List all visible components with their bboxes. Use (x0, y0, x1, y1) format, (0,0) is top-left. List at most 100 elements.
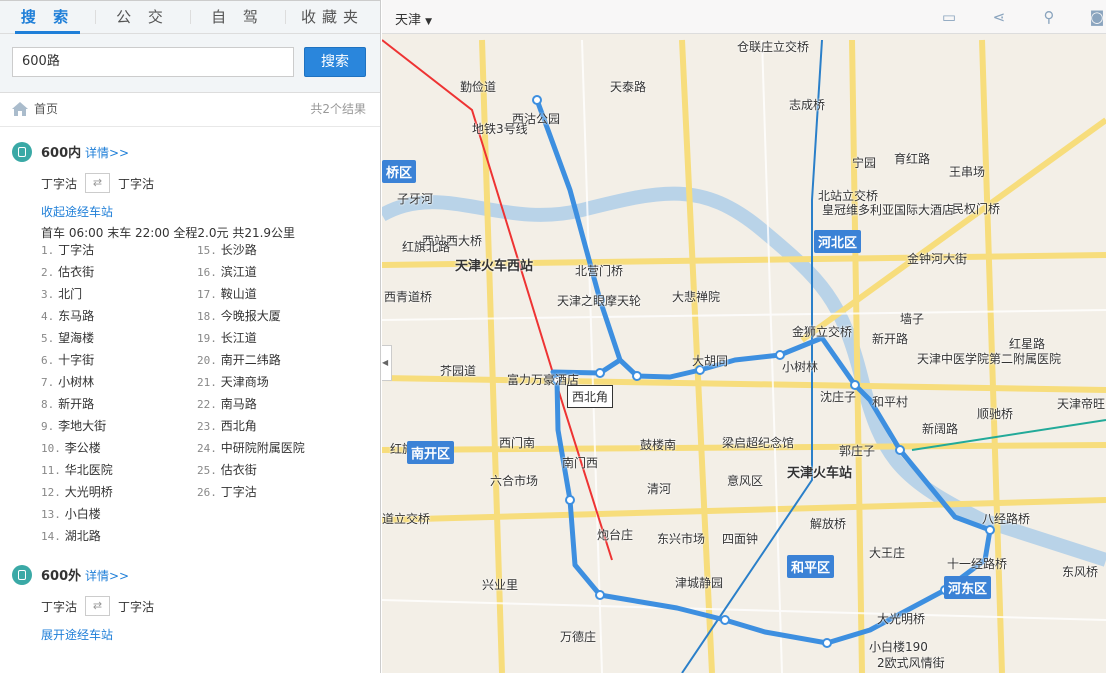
stop-number: 6. (41, 354, 55, 367)
map-label: 天泰路 (610, 80, 647, 94)
stop-item[interactable]: 4. 东马路 (41, 307, 197, 329)
bus-stop-marker[interactable] (632, 371, 642, 381)
home-link[interactable]: 首页 (34, 93, 58, 126)
bus-stop-marker[interactable] (822, 638, 832, 648)
map-label: 宁园 (852, 156, 877, 170)
map-label: 清河 (647, 482, 672, 496)
stop-name: 李地大街 (58, 419, 107, 433)
map-label: 2欧式风情街 (877, 656, 945, 670)
stop-item[interactable]: 21. 天津商场 (197, 373, 347, 395)
stop-item[interactable]: 19. 长江道 (197, 329, 347, 351)
stop-item[interactable]: 26. 丁字沽 (197, 483, 347, 505)
stop-number: 25. (197, 464, 217, 477)
toggle-stops-link[interactable]: 收起途经车站 (41, 203, 380, 220)
stop-item[interactable]: 11. 华北医院 (41, 461, 197, 483)
map-label: 仓联庄立交桥 (737, 40, 810, 54)
stop-item[interactable]: 3. 北门 (41, 285, 197, 307)
search-input[interactable]: 600路 (12, 47, 294, 77)
stop-name: 丁字沽 (58, 243, 95, 257)
stop-name: 估衣街 (58, 265, 95, 279)
stop-item[interactable]: 17. 鞍山道 (197, 285, 347, 307)
details-link[interactable]: 详情>> (85, 146, 129, 160)
bus-stop-marker[interactable] (985, 525, 995, 535)
map-label: 津城静园 (675, 576, 724, 590)
stop-name: 长江道 (220, 331, 257, 345)
stop-item[interactable]: 5. 望海楼 (41, 329, 197, 351)
tab-drive[interactable]: 自 驾 (190, 1, 285, 33)
city-selector[interactable]: 天津 ▼ (395, 9, 432, 28)
tab-favorites[interactable]: 收藏夹 (285, 1, 380, 33)
stop-item[interactable]: 9. 李地大街 (41, 417, 197, 439)
stop-name: 东马路 (58, 309, 95, 323)
map-label: 天津之眼摩天轮 (557, 294, 642, 308)
stop-item[interactable]: 20. 南开二纬路 (197, 351, 347, 373)
map-label: 子牙河 (397, 192, 434, 206)
search-button[interactable]: 搜索 (304, 47, 366, 77)
stop-number: 4. (41, 310, 55, 323)
collapse-panel-button[interactable]: ◀ (382, 345, 392, 381)
map-label: 八经路桥 (982, 512, 1031, 526)
map-label: 顺驰桥 (977, 407, 1014, 421)
stop-item[interactable]: 25. 估衣街 (197, 461, 347, 483)
stop-item[interactable]: 16. 滨江道 (197, 263, 347, 285)
tab-search[interactable]: 搜 索 (0, 1, 95, 34)
stop-item[interactable]: 10. 李公楼 (41, 439, 197, 461)
home-icon[interactable] (12, 102, 28, 116)
map-label: 西青道桥 (384, 290, 433, 304)
district-label: 河东区 (944, 576, 992, 599)
map-roads (382, 39, 1106, 673)
stop-item[interactable]: 12. 大光明桥 (41, 483, 197, 505)
map-label: 皇冠维多利亚国际大酒店 (822, 203, 955, 217)
bus-stop-marker[interactable] (720, 615, 730, 625)
stop-item[interactable]: 24. 中研院附属医院 (197, 439, 347, 461)
route-name[interactable]: 600内 (41, 146, 81, 161)
stop-number: 13. (41, 508, 61, 521)
map-label: 天津火车站 (787, 466, 853, 481)
map-label: 兴业里 (482, 578, 519, 592)
bus-stop-marker[interactable] (532, 95, 542, 105)
search-bar: 600路 搜索 (0, 34, 380, 93)
stop-number: 22. (197, 398, 217, 411)
stop-name: 天津商场 (220, 375, 269, 389)
route-name[interactable]: 600外 (41, 569, 81, 584)
share-icon[interactable]: ⋖ (989, 8, 1009, 26)
bus-stop-marker[interactable] (595, 368, 605, 378)
toggle-stops-link[interactable]: 展开途经车站 (41, 626, 380, 643)
stop-item[interactable]: 13. 小白楼 (41, 505, 197, 527)
camera-icon[interactable]: ◙ (1087, 8, 1106, 26)
stop-item[interactable]: 2. 估衣街 (41, 263, 197, 285)
stop-item[interactable]: 6. 十字街 (41, 351, 197, 373)
stop-item[interactable]: 23. 西北角 (197, 417, 347, 439)
details-link[interactable]: 详情>> (85, 569, 129, 583)
ruler-icon[interactable]: ▭ (939, 8, 959, 26)
bus-stop-marker[interactable] (895, 445, 905, 455)
stop-item[interactable]: 7. 小树林 (41, 373, 197, 395)
bus-icon (12, 142, 32, 162)
marker-icon[interactable]: ⚲ (1039, 8, 1059, 26)
swap-icon[interactable]: ⇄ (85, 173, 111, 193)
map[interactable]: 仓联庄立交桥 志成桥 宁园 北站立交桥 育红路 民权门桥 王串场 皇冠维多利亚国际大酒店 西沽公… (382, 0, 1106, 673)
bus-stop-marker[interactable] (595, 590, 605, 600)
map-label: 勤俭道 (460, 80, 497, 94)
district-label: 河北区 (814, 230, 862, 253)
stop-item[interactable]: 1. 丁字沽 (41, 241, 197, 263)
stop-item[interactable]: 8. 新开路 (41, 395, 197, 417)
district-label: 和平区 (787, 555, 835, 578)
stop-number: 10. (41, 442, 61, 455)
stop-item[interactable]: 14. 湖北路 (41, 527, 197, 549)
bus-stop-marker[interactable] (565, 495, 575, 505)
tab-bus[interactable]: 公 交 (95, 1, 190, 33)
dropdown-icon: ▼ (425, 17, 433, 27)
stop-name: 小树林 (58, 375, 95, 389)
stop-name: 南开二纬路 (220, 353, 281, 367)
map-label: 大王庄 (869, 546, 906, 560)
swap-icon[interactable]: ⇄ (85, 596, 111, 616)
bus-icon (12, 565, 32, 585)
stop-number: 7. (41, 376, 55, 389)
stop-name: 今晚报大厦 (220, 309, 281, 323)
result-item: 600内 详情>> 丁字沽 ⇄ 丁字沽 收起途经车站 首车 06:00 末车 22:… (0, 142, 380, 549)
stop-item[interactable]: 18. 今晚报大厦 (197, 307, 347, 329)
stop-number: 2. (41, 266, 55, 279)
stop-item[interactable]: 22. 南马路 (197, 395, 347, 417)
stop-item[interactable]: 15. 长沙路 (197, 241, 347, 263)
